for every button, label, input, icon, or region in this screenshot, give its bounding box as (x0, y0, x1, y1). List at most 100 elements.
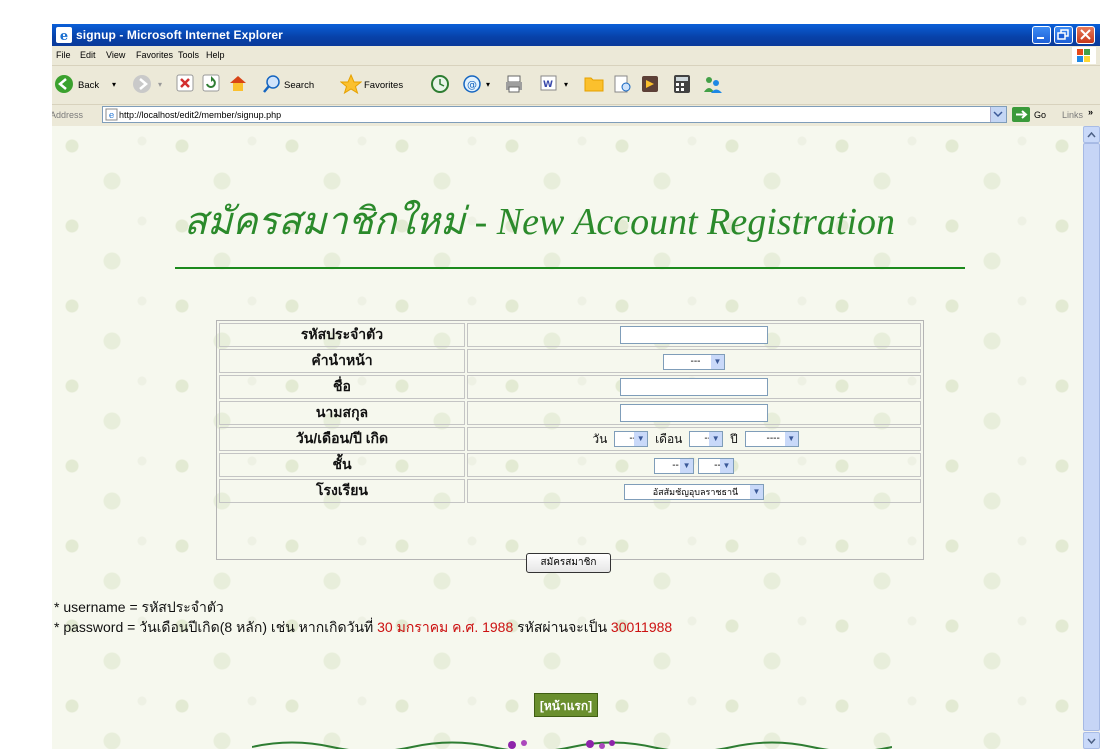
class-level-select[interactable]: -- ▼ (654, 457, 695, 474)
history-button[interactable] (430, 74, 452, 96)
messenger-button[interactable] (702, 74, 726, 96)
stop-button[interactable] (176, 74, 196, 96)
year-select[interactable]: ---- ▼ (744, 431, 799, 447)
title-bar[interactable]: e signup - Microsoft Internet Explorer (52, 24, 1100, 46)
last-name-label: นามสกุล (219, 401, 465, 425)
prefix-select[interactable]: --- ▼ (663, 353, 725, 370)
links-label[interactable]: Links (1062, 110, 1083, 120)
address-label: Address (52, 110, 84, 120)
maximize-button[interactable] (1054, 26, 1073, 44)
chevron-down-icon[interactable]: ▾ (158, 80, 162, 89)
chevron-right-icon[interactable]: » (1088, 107, 1093, 117)
folder-button[interactable] (584, 74, 606, 96)
username-note: * username = รหัสประจำตัว (54, 599, 224, 615)
chevron-down-icon[interactable]: ▾ (112, 80, 116, 89)
password-note-mid: รหัสผ่านจะเป็น (513, 619, 611, 635)
edit-button[interactable]: W ▾ (540, 74, 576, 96)
media-button[interactable] (640, 74, 662, 96)
minimize-button[interactable] (1032, 26, 1051, 44)
calculator-button[interactable] (672, 74, 694, 96)
scroll-thumb[interactable] (1083, 143, 1100, 731)
forward-arrow-icon (133, 75, 151, 93)
word-icon: W (540, 75, 557, 91)
close-button[interactable] (1076, 26, 1095, 44)
address-input[interactable]: e http://localhost/edit2/member/signup.p… (102, 106, 1007, 123)
address-bar: Address e http://localhost/edit2/member/… (52, 105, 1100, 125)
year-value: ---- (766, 433, 780, 444)
search-button[interactable]: Search (262, 74, 342, 96)
history-icon (431, 75, 449, 93)
go-button[interactable] (1012, 107, 1030, 122)
page-content: สมัครสมาชิกใหม่ - New Account Registrati… (52, 126, 1083, 749)
chevron-down-icon: ▼ (711, 354, 724, 369)
id-input[interactable] (620, 326, 768, 345)
favorites-button[interactable]: Favorites (339, 73, 424, 96)
title-divider (175, 267, 965, 269)
research-button[interactable] (612, 74, 634, 96)
school-select[interactable]: อัสสัมชัญอุบลราชธานี ▼ (624, 483, 764, 500)
password-note: * password = วันเดือนปีเกิด(8 หลัก) เช่น… (54, 617, 672, 639)
scroll-up-button[interactable] (1083, 126, 1100, 143)
signup-submit-button[interactable]: สมัครสมาชิก (526, 553, 611, 573)
class-room-select[interactable]: -- ▼ (697, 457, 734, 474)
home-link[interactable]: [หน้าแรก] (534, 693, 598, 717)
home-icon (230, 76, 246, 91)
day-select[interactable]: -- ▼ (614, 431, 649, 447)
last-name-input[interactable] (620, 404, 768, 423)
chevron-down-icon[interactable]: ▾ (564, 80, 568, 89)
chevron-down-icon (993, 111, 1003, 118)
mail-button[interactable]: @ ▾ (462, 74, 498, 96)
go-arrow-icon (1016, 110, 1028, 119)
print-button[interactable] (504, 74, 526, 96)
menu-file[interactable]: File (56, 50, 71, 60)
page-icon: e (105, 108, 118, 121)
vertical-scrollbar[interactable] (1083, 126, 1100, 749)
back-label: Back (78, 80, 100, 91)
home-button[interactable] (228, 74, 250, 96)
year-label: ปี (730, 431, 738, 446)
menu-bar: File Edit View Favorites Tools Help (52, 46, 1100, 66)
refresh-button[interactable] (202, 74, 222, 96)
forward-button[interactable]: ▾ (132, 74, 168, 96)
chevron-down-icon (1087, 738, 1096, 745)
day-label: วัน (592, 431, 608, 446)
class-label: ชั้น (219, 453, 465, 477)
menu-favorites[interactable]: Favorites (136, 50, 173, 60)
refresh-icon (202, 74, 220, 92)
svg-text:e: e (109, 111, 114, 121)
favorites-label: Favorites (364, 80, 404, 91)
toolbar: Back ▾ ▾ Search Favorites @ ▾ W ▾ (52, 66, 1100, 105)
chevron-down-icon: ▼ (680, 458, 694, 473)
calculator-icon (674, 75, 690, 93)
chevron-down-icon: ▼ (750, 484, 763, 499)
school-label: โรงเรียน (219, 479, 465, 503)
back-arrow-icon (55, 75, 73, 93)
address-dropdown-button[interactable] (990, 107, 1006, 122)
chevron-down-icon[interactable]: ▾ (486, 80, 490, 89)
first-name-input[interactable] (620, 378, 768, 397)
printer-icon (506, 75, 522, 93)
go-label[interactable]: Go (1034, 110, 1046, 120)
example-date: 30 มกราคม ค.ศ. 1988 (377, 619, 514, 635)
birthdate-label: วัน/เดือน/ปี เกิด (219, 427, 465, 451)
scroll-down-button[interactable] (1083, 732, 1100, 749)
menu-view[interactable]: View (106, 50, 125, 60)
research-icon (614, 75, 631, 93)
svg-text:e: e (60, 29, 68, 43)
month-select[interactable]: -- ▼ (689, 431, 724, 447)
prefix-value: --- (690, 355, 701, 367)
class-level-value: -- (672, 459, 679, 471)
back-button[interactable]: Back ▾ (54, 74, 124, 96)
menu-help[interactable]: Help (206, 50, 225, 60)
first-name-label: ชื่อ (219, 375, 465, 399)
chevron-down-icon: ▼ (719, 458, 733, 473)
svg-text:W: W (543, 80, 553, 90)
signup-form: รหัสประจำตัว คำนำหน้า --- ▼ ชื่อ นามสกุล (216, 320, 924, 560)
search-label: Search (284, 80, 315, 91)
menu-edit[interactable]: Edit (80, 50, 96, 60)
mail-icon: @ (463, 75, 481, 93)
menu-tools[interactable]: Tools (178, 50, 199, 60)
windows-logo-icon (1072, 47, 1096, 64)
folder-icon (584, 77, 604, 92)
chevron-down-icon: ▼ (784, 432, 798, 446)
